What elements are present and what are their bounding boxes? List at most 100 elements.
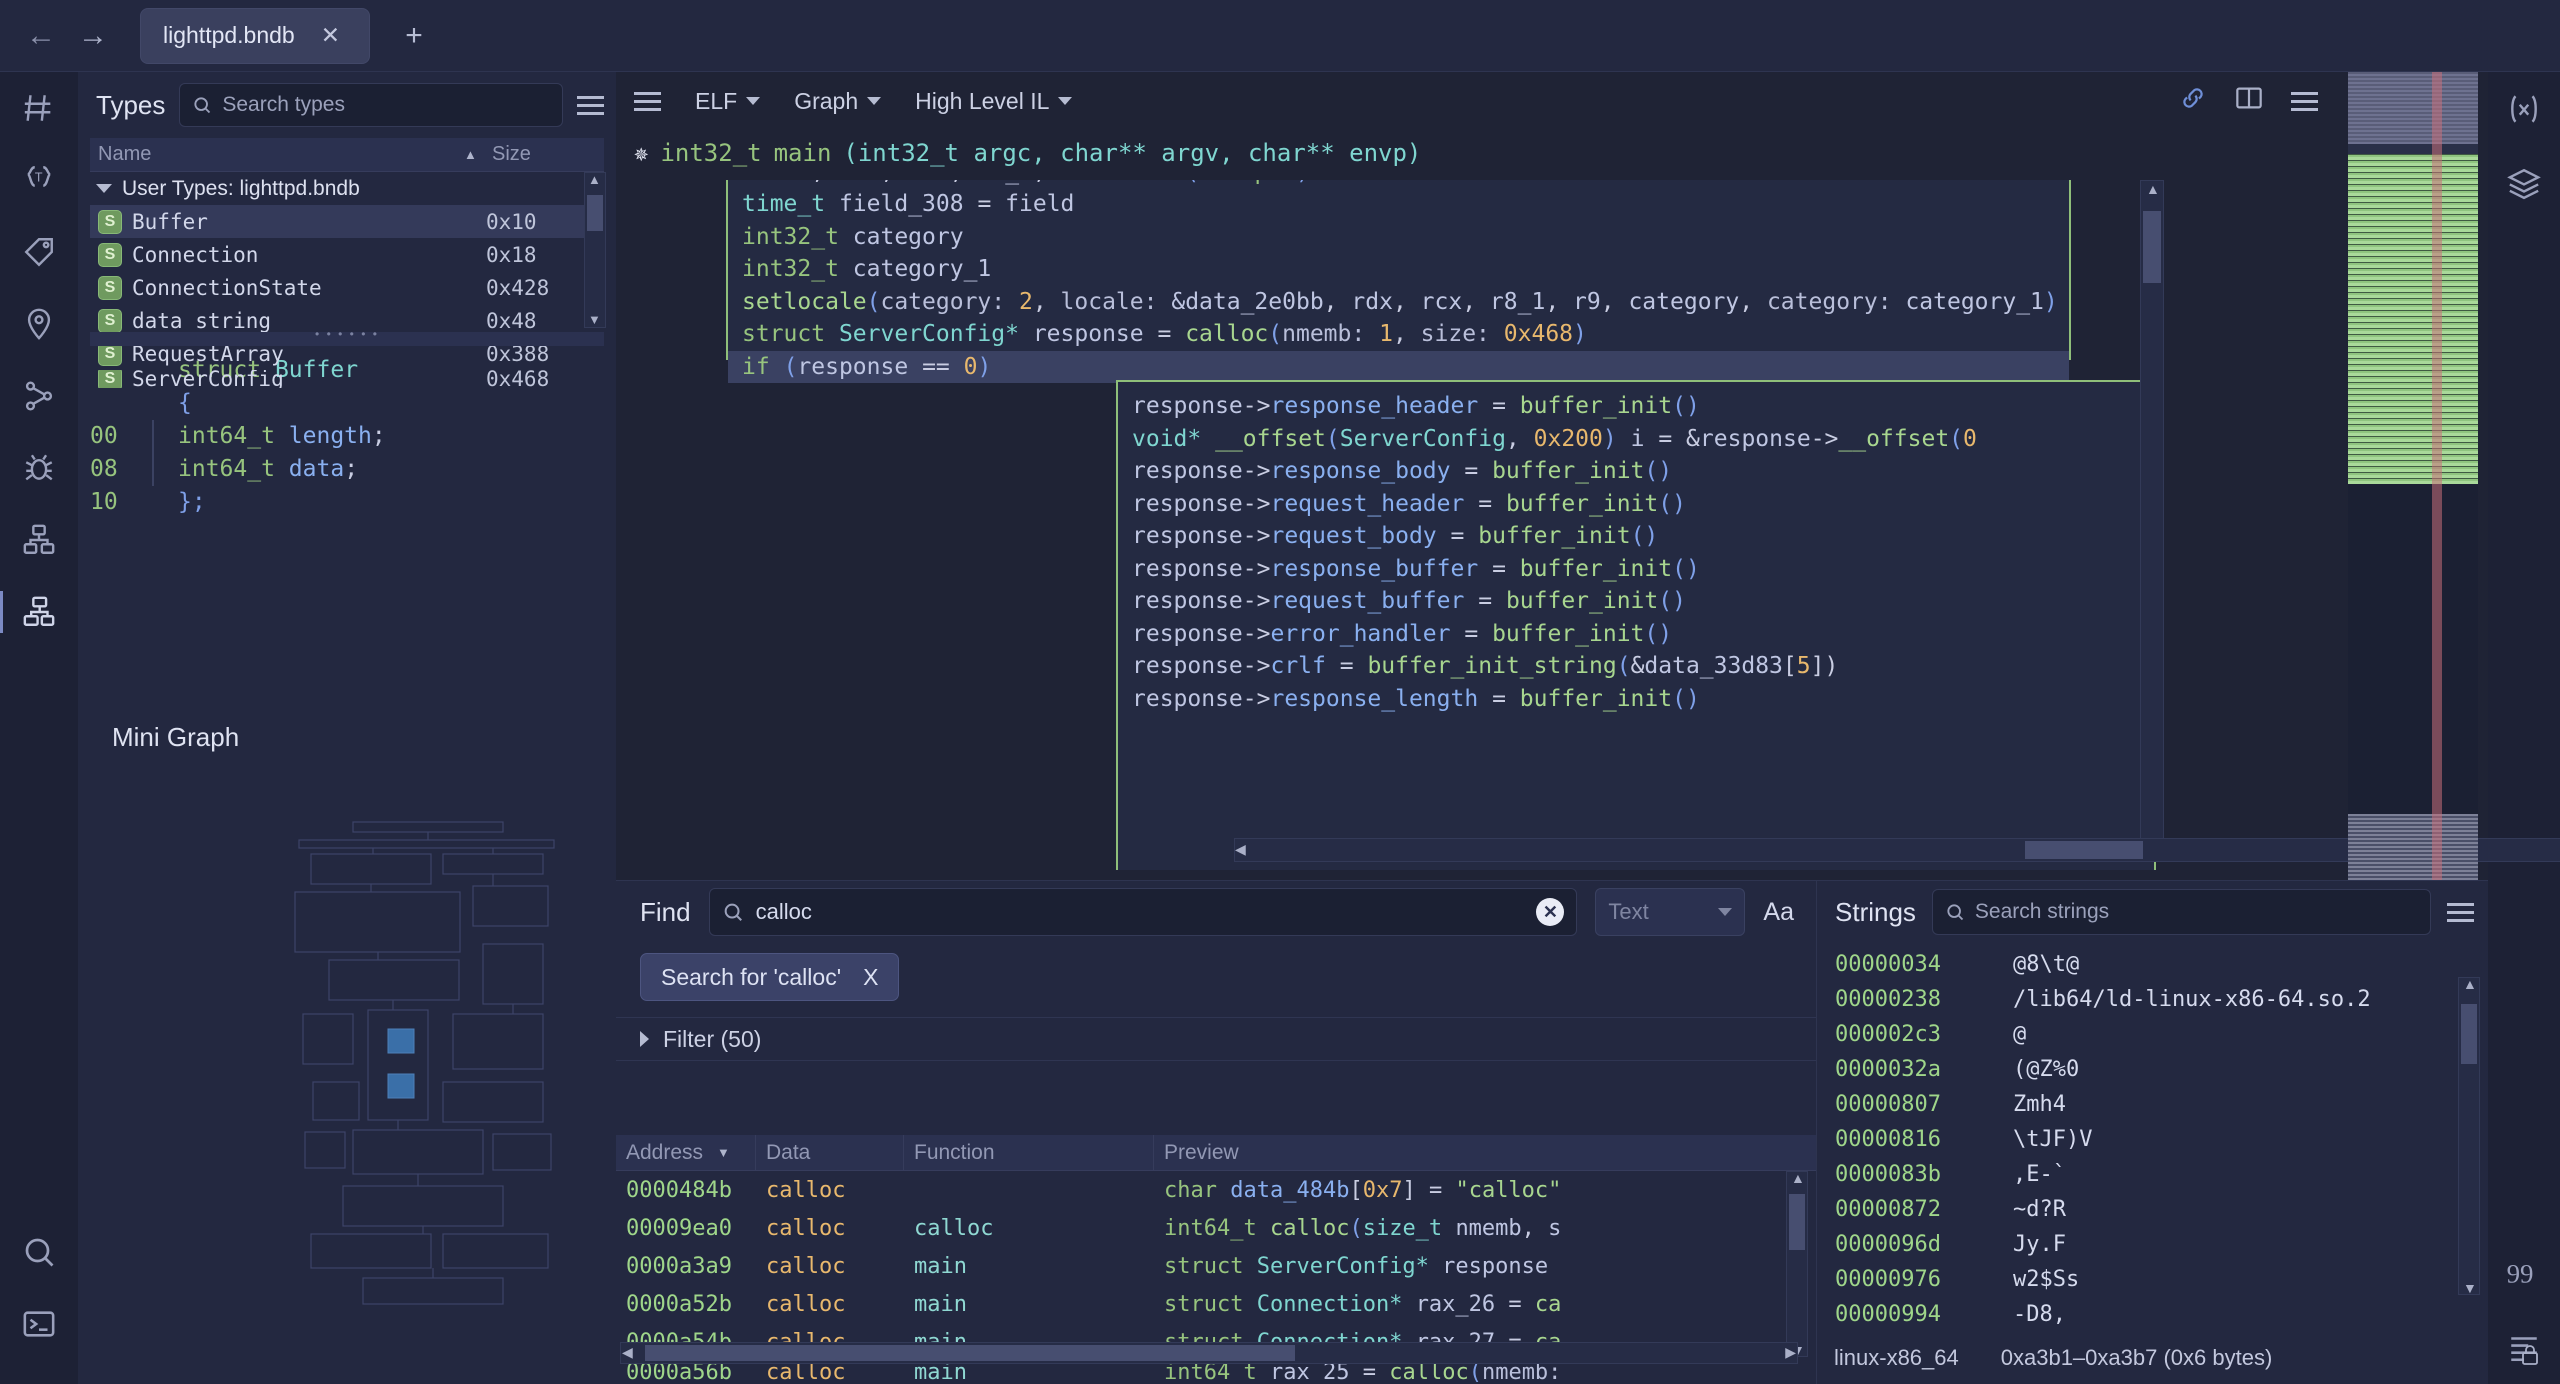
scroll-up-arrow-icon[interactable]: ▲ bbox=[588, 172, 601, 187]
list-item[interactable]: 00000238/lib64/ld-linux-x86-64.so.2 bbox=[1835, 982, 2488, 1017]
hlil-line[interactable]: int32_t category_1 bbox=[742, 256, 991, 282]
filter-row[interactable]: Filter (50) bbox=[616, 1017, 1816, 1061]
list-item[interactable]: 00000994-D8, bbox=[1835, 1297, 2488, 1332]
list-item[interactable]: 00000816\tJF)V bbox=[1835, 1122, 2488, 1157]
types-col-name[interactable]: Name bbox=[90, 143, 464, 166]
scroll-down-arrow-icon[interactable]: ▼ bbox=[588, 312, 601, 327]
hlil-line[interactable]: time_t field_308 = field bbox=[742, 191, 1074, 217]
scrollbar-thumb[interactable] bbox=[645, 1345, 1295, 1361]
find-type-dropdown[interactable]: Text bbox=[1595, 888, 1745, 936]
find-search-input[interactable]: calloc ✕ bbox=[709, 888, 1578, 936]
file-tab-lighttpd[interactable]: lighttpd.bndb ✕ bbox=[140, 8, 370, 64]
console-icon[interactable] bbox=[0, 1288, 78, 1360]
table-row[interactable]: 00009ea0 calloc calloc int64_t calloc(si… bbox=[616, 1209, 1816, 1247]
strings-menu-icon[interactable] bbox=[2447, 903, 2474, 922]
results-horizontal-scrollbar[interactable]: ◀ ▶ bbox=[620, 1342, 1798, 1364]
list-item[interactable]: 0000083b,E-` bbox=[1835, 1157, 2488, 1192]
function-signature[interactable]: ✵ int32_t main(int32_t argc, char** argv… bbox=[616, 130, 2336, 176]
search-icon[interactable] bbox=[0, 1216, 78, 1288]
types-col-size[interactable]: Size bbox=[486, 143, 604, 166]
hlil-line[interactable]: response->response_length = buffer_init(… bbox=[1132, 686, 1700, 712]
forward-arrow-icon[interactable]: → bbox=[70, 13, 116, 59]
structs-icon[interactable] bbox=[0, 576, 78, 648]
scroll-up-arrow-icon[interactable]: ▲ bbox=[2463, 976, 2477, 992]
types-row-buffer[interactable]: S Buffer 0x10 bbox=[90, 205, 604, 238]
scroll-up-arrow-icon[interactable]: ▲ bbox=[2146, 181, 2160, 197]
struct-member-row[interactable]: 00 int64_t length; bbox=[90, 420, 604, 453]
triage-icon[interactable] bbox=[0, 72, 78, 144]
new-tab-button[interactable]: + bbox=[394, 19, 434, 53]
il-level-dropdown[interactable]: High Level IL bbox=[915, 88, 1072, 115]
xrefs-icon[interactable] bbox=[0, 360, 78, 432]
hlil-line[interactable]: response->request_body = buffer_init() bbox=[1132, 523, 1658, 549]
hlil-basic-block-2[interactable]: response->response_header = buffer_init(… bbox=[1116, 380, 2156, 870]
hlil-line-selected[interactable]: if (response == 0) bbox=[728, 351, 2069, 384]
hlil-line[interactable]: response->request_header = buffer_init() bbox=[1132, 491, 1686, 517]
sort-descending-icon[interactable]: ▼ bbox=[717, 1145, 730, 1160]
clear-icon[interactable]: ✕ bbox=[1536, 898, 1564, 926]
table-row[interactable]: 0000484b calloc char data_484b[0x7] = "c… bbox=[616, 1171, 1816, 1209]
scroll-up-arrow-icon[interactable]: ▲ bbox=[1791, 1170, 1805, 1186]
hlil-line[interactable]: void* __offset(ServerConfig, 0x200) i = … bbox=[1132, 426, 1977, 452]
types-row-connection[interactable]: S Connection 0x18 bbox=[90, 238, 604, 271]
layers-icon[interactable] bbox=[2488, 146, 2560, 220]
scroll-right-arrow-icon[interactable]: ▶ bbox=[1785, 1344, 1796, 1361]
scroll-down-arrow-icon[interactable]: ▼ bbox=[2463, 1280, 2477, 1296]
locations-icon[interactable] bbox=[0, 288, 78, 360]
list-item[interactable]: 0000096dJy.F bbox=[1835, 1227, 2488, 1262]
strings-vertical-scrollbar[interactable]: ▲ ▼ bbox=[2458, 977, 2480, 1295]
table-row[interactable]: 0000a3a9 calloc main struct ServerConfig… bbox=[616, 1247, 1816, 1285]
close-icon[interactable]: ✕ bbox=[321, 22, 340, 49]
types-search-input[interactable]: Search types bbox=[179, 83, 563, 127]
match-case-button[interactable]: Aa bbox=[1763, 898, 1802, 927]
graph-canvas[interactable]: ssize_t r9 field, rcx, rdx, r8_1, r9 = t… bbox=[616, 180, 2336, 870]
types-group-row[interactable]: User Types: lighttpd.bndb bbox=[90, 172, 604, 205]
types-icon[interactable]: T bbox=[0, 144, 78, 216]
back-arrow-icon[interactable]: ← bbox=[18, 13, 64, 59]
scrollbar-thumb[interactable] bbox=[587, 195, 603, 231]
lock-icon[interactable] bbox=[2518, 1343, 2560, 1373]
panel-split-grip[interactable] bbox=[90, 332, 604, 346]
view-type-dropdown[interactable]: Graph bbox=[794, 88, 881, 115]
split-pane-icon[interactable] bbox=[2235, 84, 2263, 118]
list-item[interactable]: 0000032a(@Z%0 bbox=[1835, 1052, 2488, 1087]
components-icon[interactable] bbox=[0, 504, 78, 576]
scrollbar-thumb[interactable] bbox=[2025, 841, 2143, 859]
col-function[interactable]: Function bbox=[904, 1135, 1154, 1171]
hlil-line[interactable]: response->response_body = buffer_init() bbox=[1132, 458, 1672, 484]
table-row[interactable]: 0000a56b calloc main int64 t rax 25 = ca… bbox=[616, 1361, 1816, 1383]
list-item[interactable]: 00000976w2$Ss bbox=[1835, 1262, 2488, 1297]
graph-vertical-scrollbar[interactable]: ▲ ▼ bbox=[2140, 180, 2164, 852]
scrollbar-thumb[interactable] bbox=[2143, 211, 2161, 283]
hlil-line[interactable]: response->crlf = buffer_init_string(&dat… bbox=[1132, 653, 1838, 679]
tags-icon[interactable] bbox=[0, 216, 78, 288]
struct-definition-view[interactable]: struct Buffer { 00 int64_t length; 08 in… bbox=[90, 354, 604, 654]
strings-list[interactable]: 00000034@8\t@ 00000238/lib64/ld-linux-x8… bbox=[1817, 943, 2488, 1332]
scrollbar-thumb[interactable] bbox=[1789, 1194, 1805, 1250]
hlil-line[interactable]: setlocale(category: 2, locale: &data_2e0… bbox=[742, 289, 2058, 315]
view-menu-icon[interactable] bbox=[634, 92, 661, 111]
struct-member-row[interactable]: 08 int64_t data; bbox=[90, 453, 604, 486]
hlil-line[interactable]: response->request_buffer = buffer_init() bbox=[1132, 588, 1686, 614]
hlil-line[interactable]: response->error_handler = buffer_init() bbox=[1132, 621, 1672, 647]
results-vertical-scrollbar[interactable]: ▲ ▼ bbox=[1786, 1171, 1808, 1357]
list-item[interactable]: 00000872~d?R bbox=[1835, 1192, 2488, 1227]
file-format-dropdown[interactable]: ELF bbox=[695, 88, 760, 115]
options-icon[interactable] bbox=[2291, 92, 2318, 111]
hlil-line[interactable]: int32_t category bbox=[742, 224, 964, 250]
close-icon[interactable]: X bbox=[863, 964, 878, 991]
variables-icon[interactable] bbox=[2488, 72, 2560, 146]
minimap-cursor[interactable] bbox=[2432, 72, 2442, 880]
hlil-line[interactable]: field, rcx, rdx, r8_1, r9 = time(nullptr… bbox=[742, 180, 1310, 185]
hlil-line[interactable]: response->response_buffer = buffer_init(… bbox=[1132, 556, 1700, 582]
types-vertical-scrollbar[interactable]: ▲ ▼ bbox=[584, 172, 606, 328]
col-preview[interactable]: Preview bbox=[1154, 1135, 1816, 1171]
comments-icon[interactable]: 99 bbox=[2488, 1236, 2560, 1310]
table-row[interactable]: 0000a52b calloc main struct Connection* … bbox=[616, 1285, 1816, 1323]
list-item[interactable]: 00000807Zmh4 bbox=[1835, 1087, 2488, 1122]
mini-graph-canvas[interactable] bbox=[293, 814, 588, 1334]
types-menu-icon[interactable] bbox=[577, 96, 604, 115]
chevron-down-icon[interactable] bbox=[96, 184, 112, 193]
binary-overview-minimap[interactable] bbox=[2348, 72, 2478, 880]
types-row-serverconfig[interactable]: S ServerConfig 0x468 bbox=[90, 370, 604, 388]
